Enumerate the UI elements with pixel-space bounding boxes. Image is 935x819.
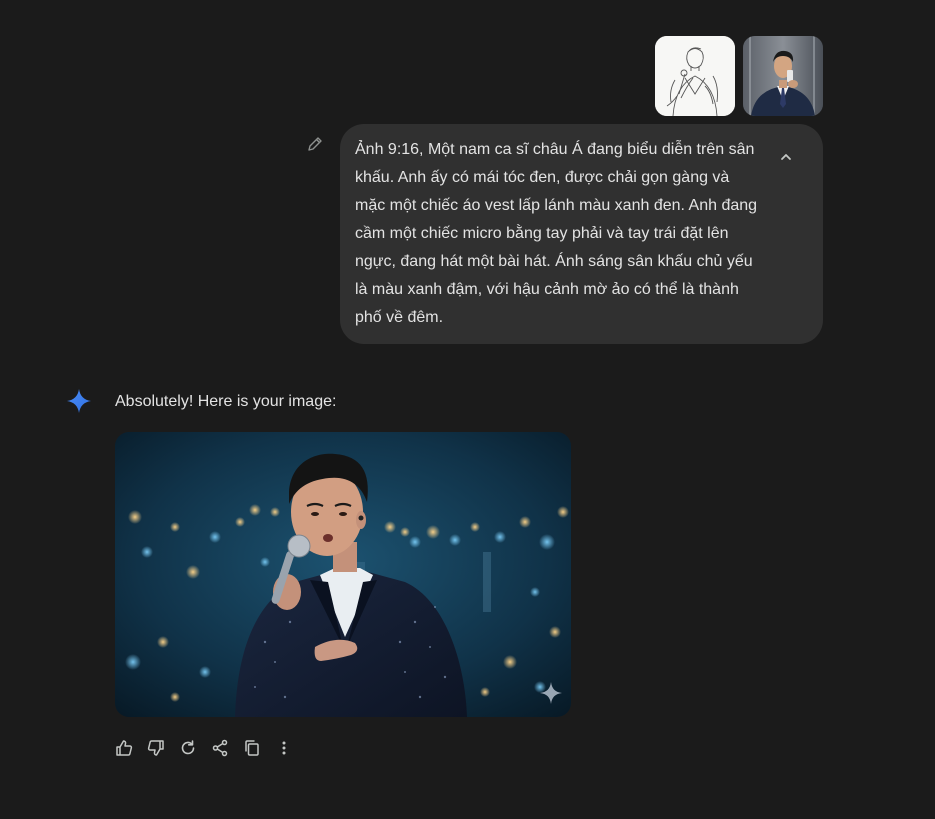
user-prompt-text: Ảnh 9:16, Một nam ca sĩ châu Á đang biểu… (355, 141, 758, 326)
thumbs-down-icon[interactable] (144, 736, 168, 760)
more-vertical-icon[interactable] (272, 736, 296, 760)
refresh-icon[interactable] (176, 736, 200, 760)
generated-singer-image[interactable] (115, 432, 571, 717)
response-actions (112, 736, 304, 760)
chevron-up-icon[interactable] (775, 146, 797, 168)
user-prompt-bubble: Ảnh 9:16, Một nam ca sĩ châu Á đang biểu… (340, 124, 823, 344)
thumbs-up-icon[interactable] (112, 736, 136, 760)
share-icon[interactable] (208, 736, 232, 760)
response-text: Absolutely! Here is your image: (115, 393, 337, 410)
attachment-photo-thumbnail[interactable] (743, 36, 823, 116)
gemini-spark-icon (66, 388, 92, 414)
attachment-sketch-thumbnail[interactable] (655, 36, 735, 116)
chat-page: Ảnh 9:16, Một nam ca sĩ châu Á đang biểu… (0, 0, 935, 819)
copy-icon[interactable] (240, 736, 264, 760)
pencil-icon[interactable] (306, 135, 324, 153)
